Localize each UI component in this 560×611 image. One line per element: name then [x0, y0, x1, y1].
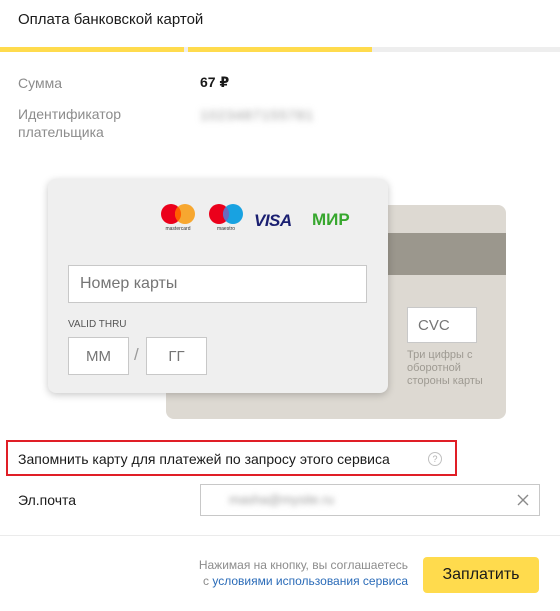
help-icon[interactable]: ?	[428, 452, 442, 466]
terms-notice: Нажимая на кнопку, вы соглашаетесь с усл…	[199, 557, 408, 589]
email-label: Эл.почта	[18, 492, 77, 508]
payer-id-label: Идентификатор плательщика	[18, 106, 122, 140]
progress-bar	[0, 47, 560, 52]
expiry-separator: /	[134, 345, 139, 364]
mir-icon: МИР	[312, 210, 350, 229]
remember-card-label: Запомнить карту для платежей по запросу …	[18, 451, 390, 467]
valid-thru-label: VALID THRU	[68, 319, 127, 330]
terms-notice-line1: Нажимая на кнопку, вы соглашаетесь	[198, 558, 408, 572]
progress-step-1	[0, 47, 184, 52]
cvc-hint: Три цифры с оборотной стороны карты	[407, 349, 483, 387]
payment-system-logos: mastercard maestro VISA МИР	[156, 203, 366, 235]
visa-icon: VISA	[254, 211, 292, 230]
maestro-icon: maestro	[204, 203, 248, 235]
terms-link[interactable]: условиями использования сервиса	[212, 574, 408, 588]
amount-label: Сумма	[18, 75, 62, 91]
terms-prefix: с	[203, 574, 213, 588]
payer-id-value: 1023487155781	[200, 107, 315, 123]
expiry-year-input[interactable]	[146, 337, 207, 375]
progress-step-2	[188, 47, 372, 52]
expiry-month-input[interactable]	[68, 337, 129, 375]
page-title: Оплата банковской картой	[18, 11, 204, 28]
terms-notice-line2: с условиями использования сервиса	[199, 573, 408, 589]
amount-value: 67 ₽	[200, 74, 230, 90]
footer-divider	[0, 535, 560, 536]
cvc-input[interactable]	[407, 307, 477, 343]
email-input[interactable]: masha@mysite.ru	[200, 484, 540, 516]
mastercard-icon: mastercard	[156, 203, 200, 235]
card-front: mastercard maestro VISA МИР VALID THRU /	[48, 179, 388, 393]
mastercard-caption: mastercard	[165, 226, 191, 232]
card-number-input[interactable]	[68, 265, 367, 303]
pay-button[interactable]: Заплатить	[423, 557, 539, 593]
clear-icon[interactable]	[515, 492, 531, 508]
email-value: masha@mysite.ru	[229, 492, 334, 507]
remember-card-option[interactable]: Запомнить карту для платежей по запросу …	[6, 440, 457, 476]
maestro-caption: maestro	[216, 226, 236, 232]
header: Оплата банковской картой	[0, 0, 560, 46]
